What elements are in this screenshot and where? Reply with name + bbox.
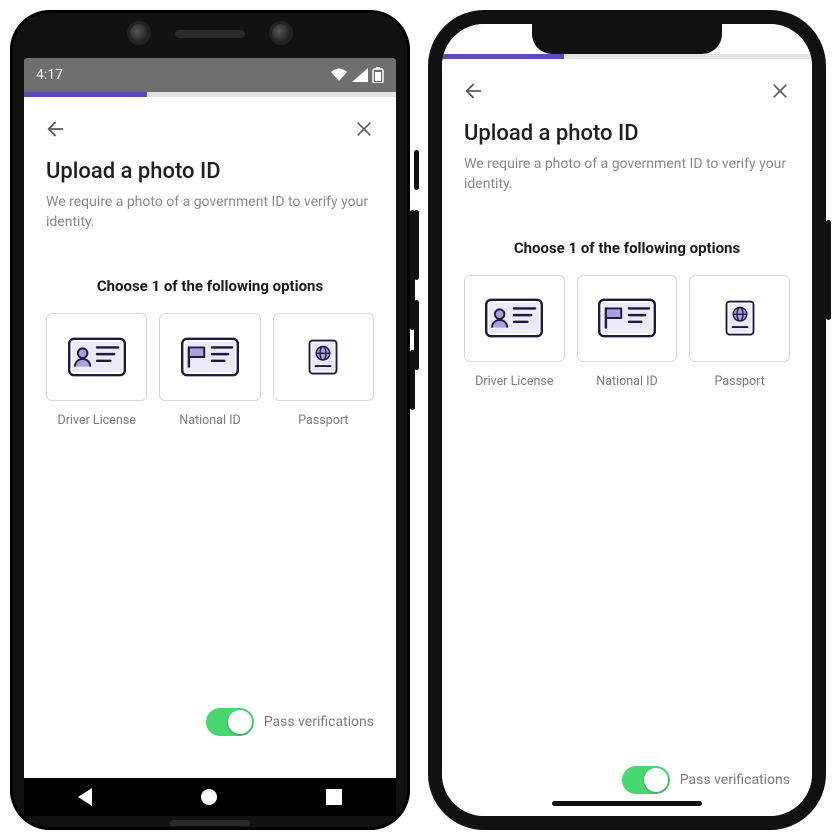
- passport-icon: [299, 329, 347, 385]
- options-row: Driver License Nat: [464, 275, 790, 390]
- option-national-id[interactable]: National ID: [577, 275, 678, 390]
- android-device-frame: 4:17 Upload a photo ID We require a phot…: [10, 10, 410, 830]
- content-area: Upload a photo ID We require a photo of …: [442, 113, 812, 816]
- arrow-left-icon: [463, 80, 485, 102]
- toggle-knob: [228, 710, 252, 734]
- option-national-id[interactable]: National ID: [159, 313, 260, 428]
- choose-label: Choose 1 of the following options: [464, 239, 790, 257]
- back-button[interactable]: [460, 77, 488, 105]
- status-icons: [330, 67, 384, 83]
- top-bar: [24, 97, 396, 151]
- option-card: [273, 313, 374, 401]
- driver-license-icon: [483, 295, 545, 341]
- back-button[interactable]: [42, 115, 70, 143]
- nav-recent-icon[interactable]: [326, 789, 342, 805]
- nav-back-icon[interactable]: [78, 788, 92, 806]
- option-card: [159, 313, 260, 401]
- iphone-home-indicator[interactable]: [552, 801, 702, 806]
- camera-right: [272, 24, 290, 42]
- nav-home-icon[interactable]: [201, 789, 217, 805]
- option-driver-license[interactable]: Driver License: [464, 275, 565, 390]
- iphone-device-frame: Upload a photo ID We require a photo of …: [428, 10, 826, 830]
- page-title: Upload a photo ID: [464, 121, 790, 146]
- progress-fill: [24, 92, 147, 97]
- iphone-mute-switch: [414, 150, 419, 190]
- iphone-volume-down: [414, 300, 419, 370]
- toggle-label: Pass verifications: [264, 714, 374, 730]
- wifi-icon: [330, 68, 348, 82]
- option-label: Passport: [715, 374, 765, 389]
- pass-verifications-toggle[interactable]: [206, 708, 254, 736]
- toggle-label: Pass verifications: [680, 772, 790, 788]
- iphone-side-button: [826, 220, 831, 320]
- option-card: [464, 275, 565, 363]
- options-row: Driver License Nat: [46, 313, 374, 428]
- close-button[interactable]: [350, 115, 378, 143]
- passport-icon: [716, 290, 764, 346]
- page-title: Upload a photo ID: [46, 159, 374, 184]
- close-icon: [354, 119, 374, 139]
- option-card: [689, 275, 790, 363]
- option-card: [46, 313, 147, 401]
- page-subtitle: We require a photo of a government ID to…: [46, 192, 374, 233]
- iphone-notch: [532, 24, 722, 54]
- page-subtitle: We require a photo of a government ID to…: [464, 154, 790, 195]
- close-icon: [770, 81, 790, 101]
- speaker-grille: [175, 30, 245, 38]
- android-nav-bar: [24, 778, 396, 816]
- progress-bar: [24, 92, 396, 97]
- option-label: Driver License: [57, 413, 135, 428]
- option-passport[interactable]: Passport: [689, 275, 790, 390]
- option-label: National ID: [179, 413, 240, 428]
- option-driver-license[interactable]: Driver License: [46, 313, 147, 428]
- android-status-bar: 4:17: [24, 58, 396, 92]
- close-button[interactable]: [766, 77, 794, 105]
- iphone-volume-up: [414, 210, 419, 280]
- android-screen: 4:17 Upload a photo ID We require a phot…: [24, 58, 396, 778]
- pass-verifications-toggle[interactable]: [622, 766, 670, 794]
- national-id-icon: [596, 295, 658, 341]
- option-passport[interactable]: Passport: [273, 313, 374, 428]
- camera-left: [130, 24, 148, 42]
- battery-icon: [372, 67, 384, 83]
- option-label: Driver License: [475, 374, 553, 389]
- content-area: Upload a photo ID We require a photo of …: [24, 151, 396, 778]
- cellular-icon: [352, 68, 368, 82]
- choose-label: Choose 1 of the following options: [46, 277, 374, 295]
- driver-license-icon: [66, 334, 128, 380]
- arrow-left-icon: [45, 118, 67, 140]
- top-bar: [442, 59, 812, 113]
- national-id-icon: [179, 334, 241, 380]
- option-label: Passport: [298, 413, 348, 428]
- status-time: 4:17: [36, 67, 63, 83]
- pass-verifications-row: Pass verifications: [206, 708, 374, 736]
- pass-verifications-row: Pass verifications: [622, 766, 790, 794]
- chin-grille: [170, 820, 250, 826]
- option-card: [577, 275, 678, 363]
- option-label: National ID: [596, 374, 657, 389]
- toggle-knob: [644, 768, 668, 792]
- iphone-screen: Upload a photo ID We require a photo of …: [442, 24, 812, 816]
